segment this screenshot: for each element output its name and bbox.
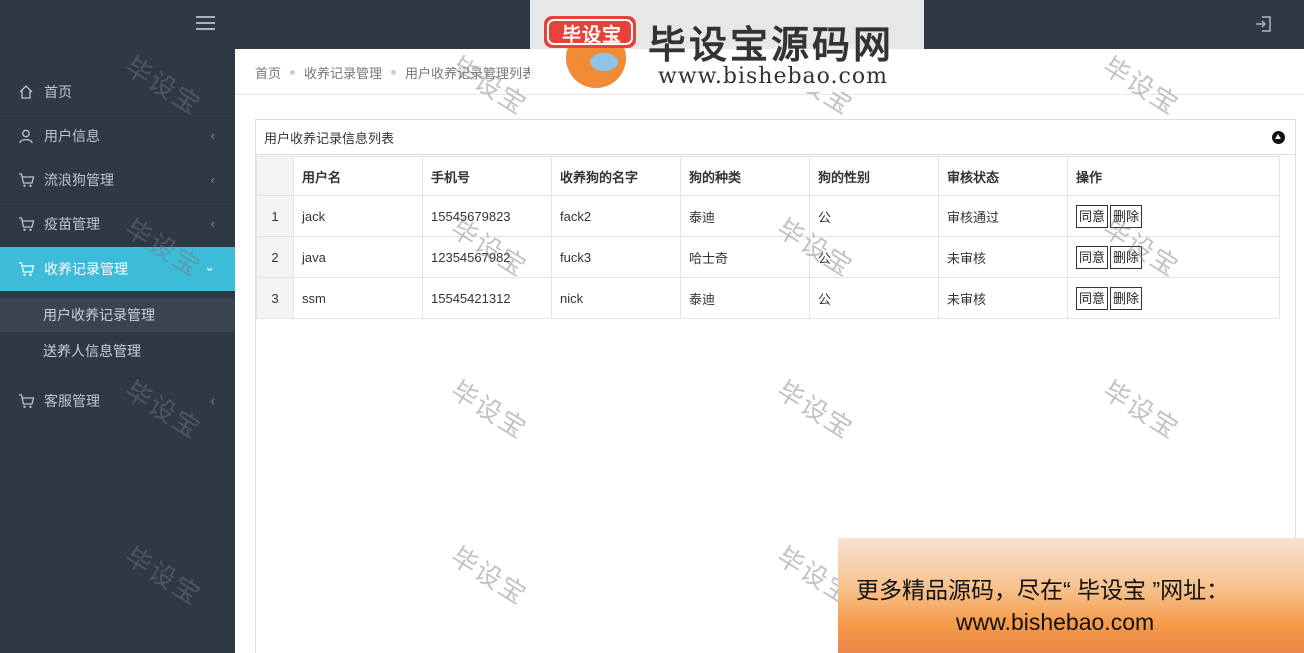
cell-breed: 泰迪 xyxy=(680,195,810,237)
logout-icon[interactable] xyxy=(1254,14,1274,34)
cell-username: java xyxy=(293,236,423,278)
cell-username: ssm xyxy=(293,277,423,319)
cell-dog-name: nick xyxy=(551,277,681,319)
approve-button[interactable]: 同意 xyxy=(1076,204,1109,228)
cell-phone: 15545421312 xyxy=(422,277,552,319)
records-table: 用户名 手机号 收养狗的名字 狗的种类 狗的性别 审核状态 操作 1 jack … xyxy=(256,156,1280,319)
cell-actions: 同意 删除 xyxy=(1067,195,1280,237)
row-index: 3 xyxy=(256,277,294,319)
row-index: 2 xyxy=(256,236,294,278)
cell-gender: 公 xyxy=(809,236,939,278)
mascot-logo-icon: 毕设宝 xyxy=(542,8,638,90)
table-header-row: 用户名 手机号 收养狗的名字 狗的种类 狗的性别 审核状态 操作 xyxy=(256,156,1280,196)
column-header: 狗的种类 xyxy=(680,156,810,196)
collapse-up-icon[interactable] xyxy=(1272,131,1285,144)
cart-icon xyxy=(17,392,35,410)
watermark: 毕设宝 xyxy=(445,50,533,121)
delete-button[interactable]: 删除 xyxy=(1110,204,1143,228)
panel-title: 用户收养记录信息列表 xyxy=(264,130,395,146)
cell-status: 未审核 xyxy=(938,277,1068,319)
sidebar-item-adoption-records[interactable]: 收养记录管理 ⌄ xyxy=(0,247,235,291)
logo-title: 毕设宝源码网 xyxy=(648,25,895,67)
cart-icon xyxy=(17,215,35,233)
chevron-left-icon: ‹ xyxy=(210,172,215,187)
sidebar-subitem-user-adoption-records[interactable]: 用户收养记录管理 xyxy=(0,298,235,332)
sidebar-subitem-giver-info[interactable]: 送养人信息管理 xyxy=(0,334,235,368)
home-icon xyxy=(17,83,35,101)
cell-gender: 公 xyxy=(809,195,939,237)
chevron-left-icon: ‹ xyxy=(210,128,215,143)
cell-status: 审核通过 xyxy=(938,195,1068,237)
sidebar-item-label: 首页 xyxy=(44,83,72,100)
column-header: 用户名 xyxy=(293,156,423,196)
column-header: 收养狗的名字 xyxy=(551,156,681,196)
cell-actions: 同意 删除 xyxy=(1067,236,1280,278)
logo-badge-text: 毕设宝 xyxy=(562,25,623,46)
logo-url: www.bishebao.com xyxy=(658,64,888,89)
chevron-down-icon: ⌄ xyxy=(204,259,215,274)
breadcrumb-current: 用户收养记录管理列表 xyxy=(405,65,536,81)
sidebar-item-label: 流浪狗管理 xyxy=(44,171,114,188)
sidebar-item-label: 用户信息 xyxy=(44,127,100,144)
breadcrumb-home[interactable]: 首页 xyxy=(255,63,281,82)
sidebar-item-label: 收养记录管理 xyxy=(44,261,128,277)
approve-button[interactable]: 同意 xyxy=(1076,245,1109,269)
cell-actions: 同意 删除 xyxy=(1067,277,1280,319)
cell-phone: 15545679823 xyxy=(422,195,552,237)
promo-banner[interactable]: 更多精品源码，尽在“ 毕设宝 ”网址： www.bishebao.com xyxy=(838,538,1304,653)
user-icon xyxy=(17,127,35,145)
cell-breed: 哈士奇 xyxy=(680,236,810,278)
column-header: 审核状态 xyxy=(938,156,1068,196)
cell-dog-name: fuck3 xyxy=(551,236,681,278)
chevron-left-icon: ‹ xyxy=(210,216,215,231)
sidebar-subitem-label: 用户收养记录管理 xyxy=(43,307,155,323)
cart-icon xyxy=(17,171,35,189)
cart-icon xyxy=(17,260,35,278)
breadcrumb-separator xyxy=(290,69,296,75)
approve-button[interactable]: 同意 xyxy=(1076,286,1109,310)
sidebar-item-vaccines[interactable]: 疫苗管理 ‹ xyxy=(0,201,235,245)
cell-dog-name: fack2 xyxy=(551,195,681,237)
sidebar-subitem-label: 送养人信息管理 xyxy=(43,343,141,359)
column-header: 狗的性别 xyxy=(809,156,939,196)
delete-button[interactable]: 删除 xyxy=(1110,286,1143,310)
row-index: 1 xyxy=(256,195,294,237)
watermark: 毕设宝 xyxy=(1097,50,1185,121)
sidebar-item-user-info[interactable]: 用户信息 ‹ xyxy=(0,113,235,157)
cell-status: 未审核 xyxy=(938,236,1068,278)
sidebar-item-home[interactable]: 首页 xyxy=(0,69,235,113)
table-row: 3 ssm 15545421312 nick 泰迪 公 未审核 同意 删除 xyxy=(256,277,1280,319)
breadcrumb-divider xyxy=(235,94,1304,95)
chevron-left-icon: ‹ xyxy=(210,393,215,408)
cell-gender: 公 xyxy=(809,277,939,319)
cell-username: jack xyxy=(293,195,423,237)
cell-phone: 12354567982 xyxy=(422,236,552,278)
table-row: 1 jack 15545679823 fack2 泰迪 公 审核通过 同意 删除 xyxy=(256,195,1280,237)
column-header: 手机号 xyxy=(422,156,552,196)
site-logo-banner: 毕设宝 毕设宝源码网 www.bishebao.com xyxy=(530,0,924,92)
sidebar-item-label: 客服管理 xyxy=(44,392,100,409)
breadcrumb: 首页 收养记录管理 用户收养记录管理列表 xyxy=(255,62,535,82)
column-header-index xyxy=(256,156,294,196)
column-header: 操作 xyxy=(1067,156,1280,196)
sidebar-item-customer-service[interactable]: 客服管理 ‹ xyxy=(0,378,235,422)
sidebar: 首页 用户信息 ‹ 流浪狗管理 ‹ 疫苗管理 ‹ 收养记录管理 ⌄ 用户收养记录… xyxy=(0,49,235,653)
promo-text: 更多精品源码，尽在“ 毕设宝 ”网址： xyxy=(856,577,1230,603)
delete-button[interactable]: 删除 xyxy=(1110,245,1143,269)
sidebar-item-stray-dogs[interactable]: 流浪狗管理 ‹ xyxy=(0,157,235,201)
hamburger-icon[interactable] xyxy=(196,16,215,30)
promo-url: www.bishebao.com xyxy=(956,609,1155,635)
sidebar-item-label: 疫苗管理 xyxy=(44,215,100,232)
panel-header: 用户收养记录信息列表 xyxy=(256,120,1295,155)
breadcrumb-separator xyxy=(391,69,397,75)
cell-breed: 泰迪 xyxy=(680,277,810,319)
breadcrumb-section[interactable]: 收养记录管理 xyxy=(304,63,382,82)
table-row: 2 java 12354567982 fuck3 哈士奇 公 未审核 同意 删除 xyxy=(256,236,1280,278)
